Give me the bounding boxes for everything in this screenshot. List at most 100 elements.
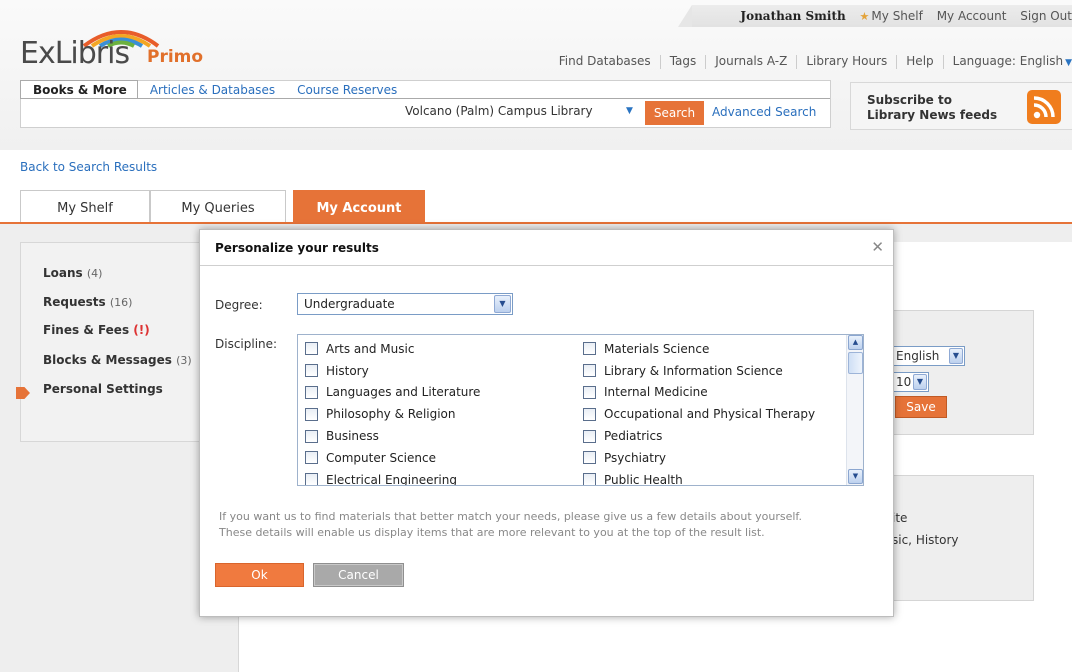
chevron-down-icon[interactable]: ▼ [1065,58,1072,68]
checkbox[interactable] [583,342,596,356]
checkbox[interactable] [583,473,596,485]
ok-button[interactable]: Ok [215,563,304,587]
checkbox[interactable] [583,429,596,443]
sidebar-item-requests[interactable]: Requests (16) [43,295,132,309]
rss-icon[interactable] [1027,90,1061,124]
discipline-option[interactable]: History [305,360,480,382]
checkbox[interactable] [305,364,318,378]
rss-text: Subscribe to Library News feeds [867,93,997,123]
rss-line-2: Library News feeds [867,108,998,122]
discipline-label-text: Computer Science [326,450,436,465]
discipline-option[interactable]: Psychiatry [583,447,815,469]
chevron-down-icon[interactable]: ▼ [949,348,963,364]
discipline-label-text: Materials Science [604,341,710,356]
search-tabs: Books & More Articles & Databases Course R… [20,80,407,99]
discipline-option[interactable]: Philosophy & Religion [305,403,480,425]
rss-subscribe-box[interactable]: Subscribe to Library News feeds [850,82,1072,130]
my-account-link[interactable]: My Account [937,9,1007,23]
scroll-up-icon[interactable]: ▲ [848,335,863,350]
find-databases-link[interactable]: Find Databases [559,54,651,68]
tab-my-account[interactable]: My Account [293,190,425,223]
blocks-count: (3) [176,354,192,367]
my-shelf-link[interactable]: My Shelf [871,9,922,23]
sidebar-item-loans[interactable]: Loans (4) [43,266,102,280]
journals-az-link[interactable]: Journals A-Z [715,54,787,68]
degree-summary-text: ite [892,511,908,525]
discipline-label-text: Languages and Literature [326,385,481,400]
discipline-option[interactable]: Electrical Engineering [305,469,480,485]
back-to-results-link[interactable]: Back to Search Results [20,160,157,174]
discipline-label-text: Public Health [604,472,683,486]
divider [796,54,798,69]
tags-link[interactable]: Tags [670,54,697,68]
divider [659,54,661,69]
discipline-option[interactable]: Computer Science [305,447,480,469]
requests-label: Requests [43,295,106,309]
discipline-option[interactable]: Languages and Literature [305,382,480,404]
chevron-down-icon[interactable]: ▼ [494,295,511,313]
app-header: Jonathan Smith ★ My Shelf My Account Sign… [0,0,1072,150]
checkbox[interactable] [583,407,596,421]
scroll-thumb[interactable] [848,352,863,374]
discipline-option[interactable]: Pediatrics [583,425,815,447]
discipline-option[interactable]: Public Health [583,469,815,486]
interface-language-select[interactable]: English ▼ [893,346,965,366]
discipline-option[interactable]: Materials Science [583,338,815,360]
discipline-option[interactable]: Occupational and Physical Therapy [583,403,815,425]
degree-select[interactable]: Undergraduate ▼ [297,293,513,315]
discipline-option[interactable]: Library & Information Science [583,360,815,382]
sign-out-link[interactable]: Sign Out [1020,9,1072,23]
tab-articles-databases[interactable]: Articles & Databases [138,81,285,99]
save-settings-button[interactable]: Save [895,396,947,418]
checkbox[interactable] [305,342,318,356]
library-hours-link[interactable]: Library Hours [806,54,887,68]
tab-my-shelf[interactable]: My Shelf [20,190,150,223]
discipline-list[interactable]: Arts and Music History Languages and Lit… [297,334,864,486]
results-per-page-select[interactable]: 10 ▼ [893,372,929,392]
discipline-option[interactable]: Business [305,425,480,447]
discipline-option[interactable]: Internal Medicine [583,382,815,404]
checkbox[interactable] [583,364,596,378]
scroll-down-icon[interactable]: ▼ [848,469,863,484]
close-icon[interactable]: ✕ [871,238,884,256]
chevron-down-icon[interactable]: ▼ [913,374,927,390]
tab-books-and-more[interactable]: Books & More [20,80,138,99]
language-select[interactable]: English [1020,54,1063,68]
loans-label: Loans [43,266,83,280]
requests-count: (16) [109,296,133,309]
discipline-label-text: Business [326,429,379,444]
rss-line-1: Subscribe to [867,93,952,107]
logo-primo-text: Primo [147,47,204,67]
cancel-button[interactable]: Cancel [313,563,404,587]
help-link[interactable]: Help [906,54,933,68]
language-label: Language: [952,54,1016,68]
discipline-label-text: Occupational and Physical Therapy [604,407,816,422]
discipline-scrollbar[interactable]: ▲ ▼ [846,335,863,485]
checkbox[interactable] [305,451,318,465]
tab-my-queries[interactable]: My Queries [150,190,286,223]
star-icon: ★ [859,10,870,23]
chevron-down-icon[interactable]: ▼ [626,106,633,116]
info-line-1: If you want us to find materials that be… [219,510,802,523]
personalize-dialog: Personalize your results ✕ Degree: Under… [199,229,894,617]
sidebar-item-blocks[interactable]: Blocks & Messages (3) [43,353,192,367]
tab-course-reserves[interactable]: Course Reserves [285,81,407,99]
language-value: English [896,349,940,363]
divider [200,265,893,266]
scope-select[interactable]: Volcano (Palm) Campus Library [405,104,593,118]
search-button[interactable]: Search [645,101,704,125]
checkbox[interactable] [305,385,318,399]
personalization-info: If you want us to find materials that be… [219,509,802,541]
sidebar-item-personal-settings[interactable]: Personal Settings [43,382,163,396]
checkbox[interactable] [305,429,318,443]
checkbox[interactable] [583,451,596,465]
checkbox[interactable] [583,385,596,399]
checkbox[interactable] [305,473,318,485]
sidebar-item-fines[interactable]: Fines & Fees (!) [43,323,150,337]
advanced-search-link[interactable]: Advanced Search [712,105,816,119]
checkbox[interactable] [305,407,318,421]
utility-links: Find Databases Tags Journals A-Z Library Ho… [559,54,1072,69]
discipline-label-text: Arts and Music [326,341,415,356]
info-line-2: These details will enable us display ite… [219,526,765,539]
discipline-option[interactable]: Arts and Music [305,338,480,360]
